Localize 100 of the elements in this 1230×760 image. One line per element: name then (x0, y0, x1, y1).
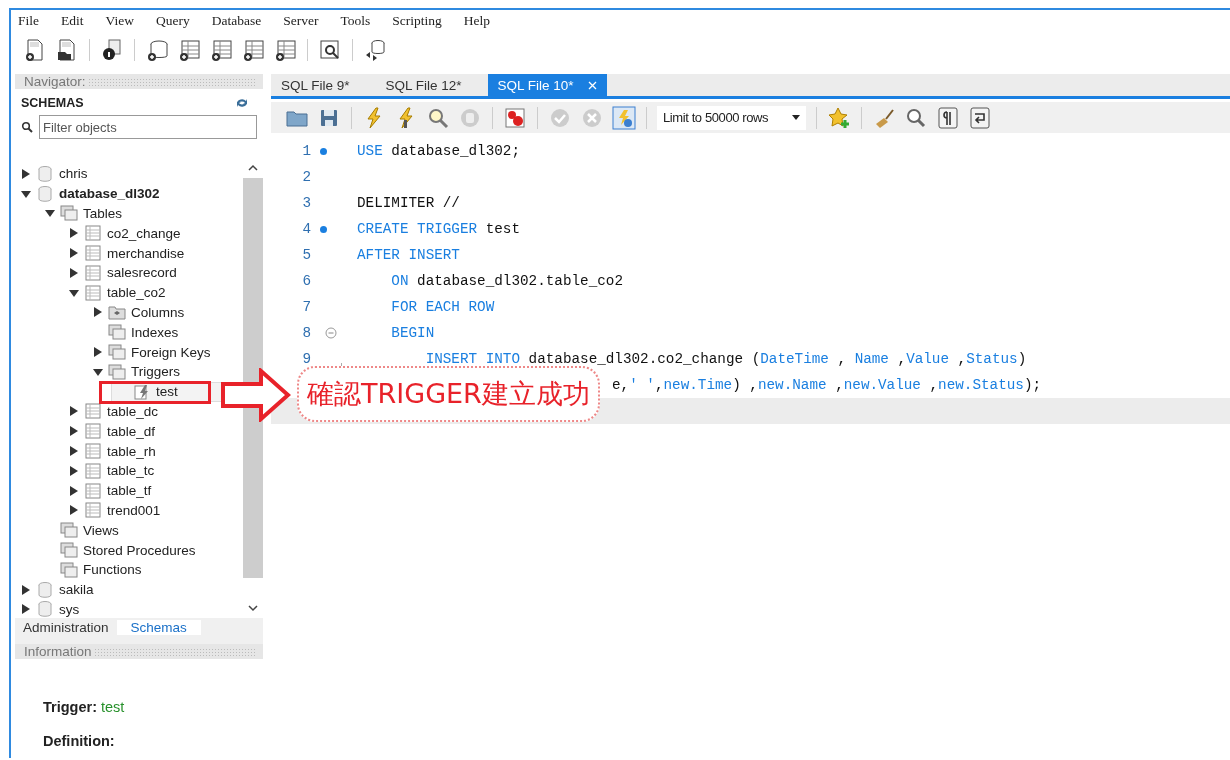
tab-label[interactable]: SQL File 12* (385, 77, 462, 93)
tab-label[interactable]: SQL File 10* (497, 77, 574, 93)
panel-title: Information (24, 644, 92, 659)
tree-item-label[interactable]: table_dc (107, 403, 159, 419)
scroll-up-icon[interactable] (248, 164, 258, 172)
code-line: CREATE TRIGGER test (357, 221, 521, 237)
close-icon[interactable] (587, 80, 597, 90)
paragraph-icon[interactable] (936, 105, 961, 130)
tree-item-label[interactable]: Indexes (131, 324, 179, 340)
new-procedure-icon[interactable] (241, 38, 265, 62)
code-line: USE database_dl302; (357, 143, 521, 159)
tree-item-label[interactable]: table_tc (107, 463, 155, 479)
tree-item-label[interactable]: merchandise (107, 245, 185, 261)
tree-item-label[interactable]: database_dl302 (59, 186, 160, 202)
tree-item-label[interactable]: table_co2 (107, 285, 166, 301)
collapsed-arrow-icon[interactable] (69, 465, 79, 476)
code-line: FOR EACH ROW (391, 299, 495, 315)
line-number: 8 (302, 325, 311, 341)
collapsed-arrow-icon[interactable] (69, 228, 79, 239)
line-number: 5 (302, 247, 311, 263)
tree-item-label[interactable]: Tables (83, 206, 123, 221)
panel-tab[interactable]: Schemas (116, 620, 201, 635)
table-icon (84, 244, 102, 263)
new-view-icon[interactable] (209, 38, 233, 62)
menu-item[interactable]: Help (463, 13, 490, 29)
tree-item-label[interactable]: Triggers (131, 364, 180, 380)
toggle-icon[interactable] (612, 105, 636, 130)
menu-item[interactable]: Server (283, 13, 319, 29)
menu-item[interactable]: File (18, 13, 39, 29)
collapsed-arrow-icon[interactable] (69, 267, 79, 278)
tree-item-label[interactable]: salesrecord (107, 265, 177, 281)
tab-label[interactable]: SQL File 9* (281, 77, 350, 93)
section-title: SCHEMAS (21, 96, 84, 110)
tree-item-label[interactable]: trend001 (107, 502, 161, 518)
columns-icon (108, 303, 126, 322)
folder-icon (108, 343, 126, 362)
editor-tab[interactable]: SQL File 9* (271, 74, 360, 96)
menu-item[interactable]: Tools (340, 13, 371, 29)
error-stop-icon[interactable] (503, 105, 527, 130)
tree-item-label[interactable]: co2_change (107, 225, 181, 241)
collapsed-arrow-icon[interactable] (93, 347, 103, 358)
table-icon (84, 481, 102, 500)
collapsed-arrow-icon[interactable] (69, 426, 79, 437)
scroll-down-icon[interactable] (248, 604, 258, 612)
info-label: Definition: (43, 733, 115, 749)
menu-item[interactable]: Database (211, 13, 262, 29)
tree-item-label[interactable]: Stored Procedures (83, 542, 196, 558)
tree-item-label[interactable]: Views (83, 522, 119, 538)
tree-item-label[interactable]: chris (59, 166, 88, 182)
tree-item-label[interactable]: table_rh (107, 443, 156, 459)
filter-field[interactable]: Filter objects (39, 115, 257, 139)
tree-item-label[interactable]: table_tf (107, 483, 152, 499)
line-number: 4 (302, 221, 311, 237)
new-table-icon[interactable] (177, 38, 201, 62)
expanded-arrow-icon[interactable] (93, 366, 103, 377)
collapsed-arrow-icon[interactable] (69, 505, 79, 516)
new-database-icon[interactable] (145, 38, 169, 62)
collapsed-arrow-icon[interactable] (69, 248, 79, 259)
collapsed-arrow-icon[interactable] (21, 604, 31, 615)
tree-item-label[interactable]: table_df (107, 423, 156, 439)
table-icon (84, 461, 102, 480)
tree-item-label[interactable]: test (156, 384, 178, 400)
tree-item-label[interactable]: sys (59, 601, 80, 617)
info-icon[interactable] (100, 38, 124, 62)
folder-icon (60, 521, 78, 540)
expanded-arrow-icon[interactable] (69, 287, 79, 298)
collapsed-arrow-icon[interactable] (69, 446, 79, 457)
editor-tab[interactable]: SQL File 10* (487, 74, 607, 96)
table-icon (84, 501, 102, 520)
menu-item[interactable]: Scripting (392, 13, 442, 29)
collapsed-arrow-icon[interactable] (69, 406, 79, 417)
table-icon (84, 442, 102, 461)
new-function-icon[interactable] (273, 38, 297, 62)
star-plus-icon[interactable] (827, 105, 852, 130)
collapsed-arrow-icon[interactable] (21, 168, 31, 179)
menu-item[interactable]: Query (155, 13, 190, 29)
tree-item-label[interactable]: Foreign Keys (131, 344, 211, 360)
limit-dropdown[interactable]: Limit to 50000 rows (657, 105, 807, 130)
menu-item[interactable]: Edit (61, 13, 84, 29)
inspect-icon[interactable] (318, 38, 342, 62)
menu-item[interactable]: View (105, 13, 134, 29)
line-number: 3 (302, 195, 311, 211)
collapsed-arrow-icon[interactable] (93, 307, 103, 318)
collapsed-arrow-icon[interactable] (69, 485, 79, 496)
table-icon (84, 263, 102, 282)
tree-item-label[interactable]: sakila (59, 582, 94, 598)
tree-item-label[interactable]: Columns (131, 304, 185, 320)
expanded-arrow-icon[interactable] (21, 188, 31, 199)
refresh-icon[interactable] (235, 97, 249, 109)
table-icon (84, 224, 102, 243)
collapsed-arrow-icon[interactable] (21, 584, 31, 595)
info-label: Trigger: (43, 699, 97, 715)
tree-item-label[interactable]: Functions (83, 562, 142, 578)
line-number: 1 (302, 143, 311, 159)
wrap-icon[interactable] (968, 105, 993, 130)
editor-tab[interactable]: SQL File 12* (375, 74, 472, 96)
database-icon (36, 184, 54, 203)
database-icon (36, 580, 54, 599)
folder-icon (60, 541, 78, 560)
expanded-arrow-icon[interactable] (45, 208, 55, 219)
